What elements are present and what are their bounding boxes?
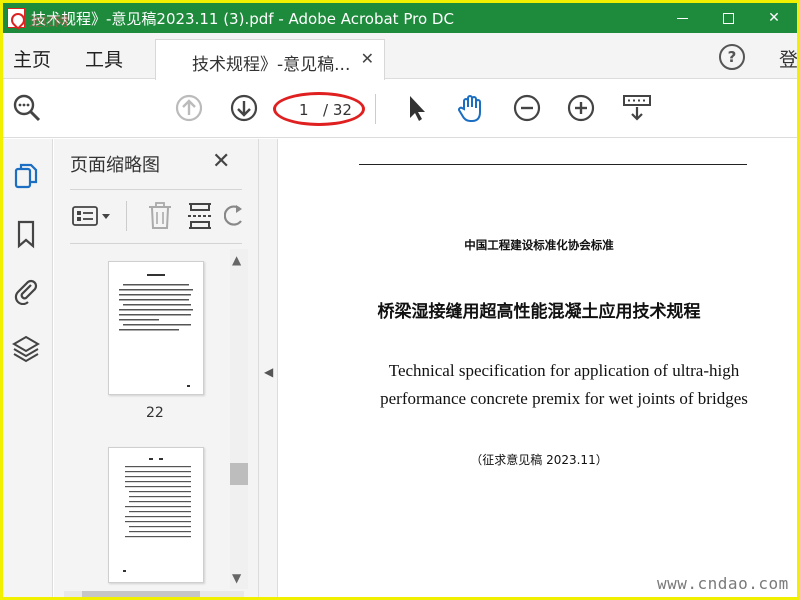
document-tab-label: 技术规程》-意见稿...	[192, 55, 351, 75]
document-cn-title: 桥梁湿接缝用超高性能混凝土应用技术规程	[377, 302, 701, 322]
panel-splitter[interactable]: ◀	[258, 139, 278, 597]
thumbnail-page-number: 22	[146, 405, 164, 421]
page-thumbnails-icon[interactable]	[11, 161, 41, 191]
vertical-scroll-thumb[interactable]	[230, 463, 248, 485]
select-cursor-icon[interactable]	[401, 92, 433, 124]
thumbnail-page-22[interactable]	[108, 261, 204, 395]
scroll-down-arrow[interactable]: ▼	[232, 571, 241, 585]
attachments-icon[interactable]	[11, 275, 41, 305]
site-watermark: www.cndao.com	[657, 574, 789, 593]
next-page-icon[interactable]	[228, 92, 260, 124]
menu-home[interactable]: 主页	[13, 45, 51, 72]
page-thumbnails-panel: 页面缩略图 ✕ 22 ▲ ▼	[54, 139, 258, 597]
insert-page-icon[interactable]	[186, 201, 214, 231]
bookmarks-icon[interactable]	[11, 219, 41, 249]
document-tab[interactable]: 技术规程》-意见稿... ✕	[155, 39, 385, 80]
maximize-button[interactable]	[705, 3, 751, 33]
thumbnail-page-preview	[119, 274, 193, 387]
hand-tool-icon[interactable]	[455, 92, 487, 124]
scroll-up-arrow[interactable]: ▲	[232, 253, 241, 267]
rotate-page-icon[interactable]	[224, 203, 244, 229]
help-button[interactable]: ?	[719, 44, 745, 70]
site-watermark-top: 迪加网	[29, 15, 69, 30]
header-rule	[359, 164, 747, 165]
zoom-in-icon[interactable]	[565, 92, 597, 124]
document-view: 中国工程建设标准化协会标准 桥梁湿接缝用超高性能混凝土应用技术规程 Techni…	[279, 139, 797, 597]
collapse-panel-icon[interactable]: ◀	[264, 365, 273, 379]
divider	[70, 243, 242, 244]
horizontal-scroll-thumb[interactable]	[82, 591, 200, 597]
minimize-button[interactable]	[659, 3, 705, 33]
window-controls: ✕	[659, 3, 797, 33]
menu-bar: 主页 工具 技术规程》-意见稿... ✕ ? 登	[3, 33, 797, 80]
thumbnail-page-23[interactable]	[108, 447, 204, 583]
thumbnails-panel-title: 页面缩略图	[70, 155, 160, 176]
title-bar: 技术规程》-意见稿2023.11 (3).pdf - Adobe Acrobat…	[3, 3, 797, 33]
divider	[70, 189, 242, 190]
acrobat-window: 技术规程》-意见稿2023.11 (3).pdf - Adobe Acrobat…	[3, 3, 797, 597]
delete-page-icon[interactable]	[146, 201, 174, 231]
zoom-out-icon[interactable]	[511, 92, 543, 124]
minimize-icon	[676, 17, 688, 19]
zoom-search-icon[interactable]	[11, 92, 43, 124]
toolbar: 1 / 32	[3, 80, 797, 138]
document-en-title: Technical specification for application …	[380, 361, 748, 408]
maximize-icon	[722, 12, 734, 24]
thumbnails-toolbar	[70, 197, 252, 233]
thumbnail-page-preview	[123, 458, 191, 572]
layers-icon[interactable]	[11, 333, 41, 363]
toolbar-divider	[375, 94, 376, 124]
navigation-rail	[3, 139, 53, 597]
menu-tools[interactable]: 工具	[85, 45, 123, 72]
window-title: 技术规程》-意见稿2023.11 (3).pdf - Adobe Acrobat…	[31, 9, 454, 28]
previous-page-icon[interactable]	[173, 92, 205, 124]
draft-note: （征求意见稿 2023.11）	[470, 453, 608, 467]
thumbnail-options-icon[interactable]	[72, 203, 112, 229]
thumbnails-vertical-scrollbar[interactable]	[230, 249, 248, 589]
close-window-button[interactable]: ✕	[751, 3, 797, 33]
divider	[126, 201, 127, 231]
standard-organization: 中国工程建设标准化协会标准	[464, 238, 614, 252]
login-button[interactable]: 登	[779, 45, 797, 72]
scroll-mode-icon[interactable]	[621, 92, 653, 124]
thumbnails-close-button[interactable]: ✕	[212, 149, 230, 174]
acrobat-app-icon	[7, 8, 25, 28]
document-tab-close-button[interactable]: ✕	[361, 49, 374, 68]
highlight-ellipse-annotation	[273, 92, 365, 126]
